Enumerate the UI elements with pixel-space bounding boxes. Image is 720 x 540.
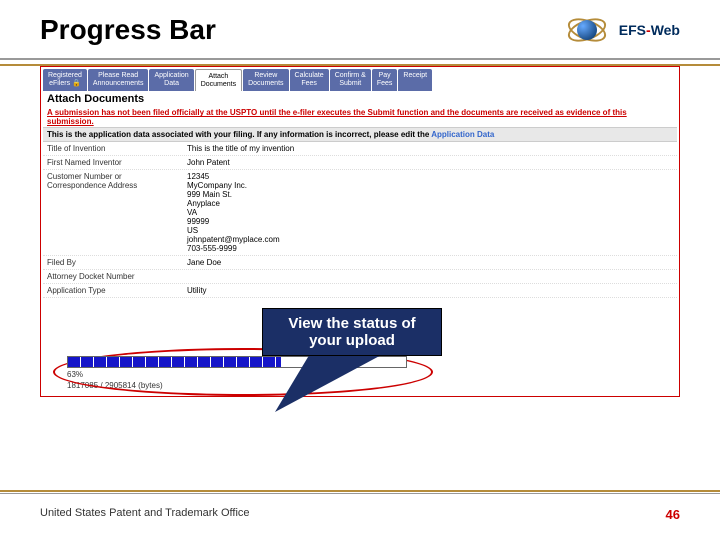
field-value: This is the title of my invention — [187, 144, 294, 153]
section-heading: Attach Documents — [43, 91, 677, 107]
field-row: First Named InventorJohn Patent — [43, 156, 677, 170]
field-row: Application TypeUtility — [43, 284, 677, 298]
logo-text: EFS-Web — [619, 22, 680, 38]
info-bar: This is the application data associated … — [43, 127, 677, 142]
field-label: Title of Invention — [47, 144, 187, 153]
tab-6[interactable]: Confirm & Submit — [330, 69, 371, 91]
tab-0[interactable]: Registered eFilers 🔒 — [43, 69, 87, 91]
tab-4[interactable]: Review Documents — [243, 69, 288, 91]
field-label: First Named Inventor — [47, 158, 187, 167]
field-value: John Patent — [187, 158, 230, 167]
field-row: Customer Number or Correspondence Addres… — [43, 170, 677, 256]
page-number: 46 — [666, 507, 680, 522]
tab-5[interactable]: Calculate Fees — [290, 69, 329, 91]
tab-7[interactable]: Pay Fees — [372, 69, 398, 91]
progress-bar-fill — [68, 357, 281, 367]
footer-text: United States Patent and Trademark Offic… — [40, 507, 250, 522]
tab-3[interactable]: Attach Documents — [195, 69, 242, 91]
efs-web-logo: EFS-Web — [565, 10, 680, 50]
field-label: Filed By — [47, 258, 187, 267]
tab-2[interactable]: Application Data — [149, 69, 193, 91]
field-value: Utility — [187, 286, 207, 295]
application-data-link[interactable]: Application Data — [431, 130, 494, 139]
tab-1[interactable]: Please Read Announcements — [88, 69, 149, 91]
field-row: Attorney Docket Number — [43, 270, 677, 284]
tab-8[interactable]: Receipt — [398, 69, 432, 91]
callout-box: View the status of your upload — [262, 308, 442, 356]
field-label: Attorney Docket Number — [47, 272, 187, 281]
field-row: Title of InventionThis is the title of m… — [43, 142, 677, 156]
field-label: Customer Number or Correspondence Addres… — [47, 172, 187, 253]
submission-warning: A submission has not been filed official… — [43, 107, 677, 127]
field-value: 12345 MyCompany Inc. 999 Main St. Anypla… — [187, 172, 280, 253]
field-value: Jane Doe — [187, 258, 221, 267]
field-label: Application Type — [47, 286, 187, 295]
field-row: Filed ByJane Doe — [43, 256, 677, 270]
tab-bar: Registered eFilers 🔒Please Read Announce… — [43, 69, 677, 91]
globe-rings-icon — [565, 10, 613, 50]
page-title: Progress Bar — [40, 14, 216, 46]
